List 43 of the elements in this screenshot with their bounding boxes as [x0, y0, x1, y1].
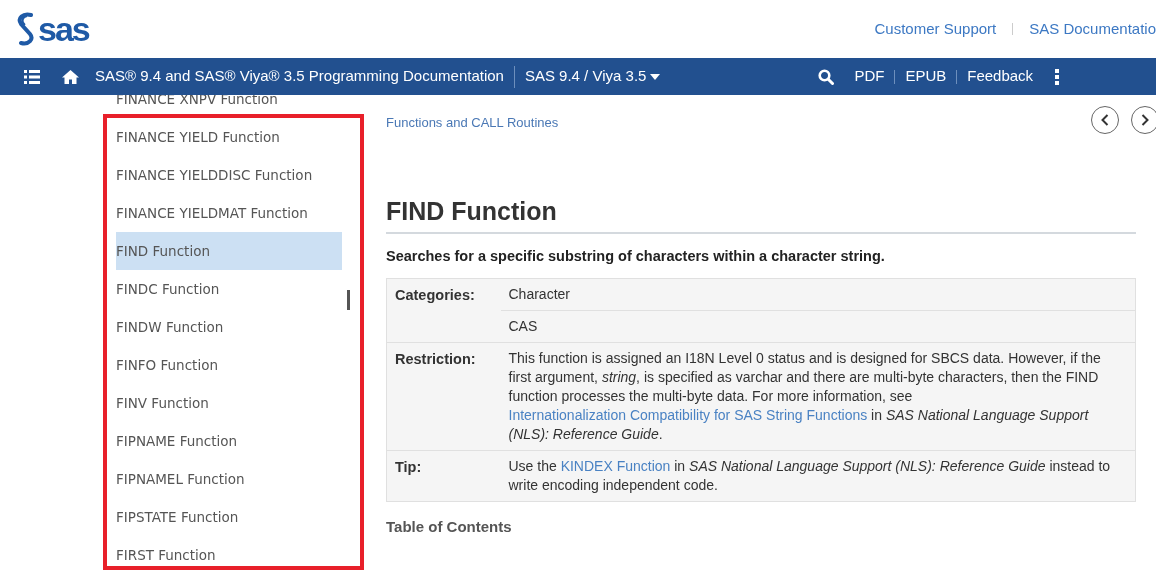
page-title: FIND Function [386, 196, 1136, 234]
property-label: Tip: [395, 458, 422, 475]
property-value: Use the KINDEX Function in SAS National Language Support (NLS): Reference Guide instead to write encoding independent code. [508, 457, 1111, 493]
sidebar-item[interactable]: FINV Function [116, 384, 342, 422]
sidebar-item[interactable]: FIPNAME Function [116, 422, 342, 460]
documentation-title-link[interactable]: SAS® 9.4 and SAS® Viya® 3.5 Programming Documentation [95, 65, 504, 88]
sidebar-item[interactable]: FIRST Function [116, 536, 342, 574]
scrollbar-thumb[interactable] [347, 290, 350, 310]
sidebar-item[interactable]: FINANCE YIELDDISC Function [116, 156, 342, 194]
caret-icon [650, 73, 661, 80]
chevron-right-icon [1141, 114, 1149, 126]
summary-text: Searches for a specific substring of characters within a character string. [386, 247, 886, 266]
header-link[interactable]: Customer Support [874, 17, 997, 41]
breadcrumb-link[interactable]: Functions and CALL Routines [386, 115, 559, 130]
sidebar-item[interactable]: FIND Function [116, 232, 342, 270]
search-icon[interactable] [818, 68, 835, 85]
property-value: Character [508, 285, 570, 302]
property-value: This function is assigned an I18N Level 0 status and is designed for SBCS data. However, if the first argument, string, is specified as varchar and there are multi-byte characters, then the FIND function processes the multi-byte data. For more information, see Internationalization Compatibility for SAS String Functions in SAS National Language Support (NLS): Reference Guide. [508, 349, 1101, 442]
text-link[interactable]: KINDEX Function [560, 457, 671, 474]
chevron-left-icon [1101, 114, 1109, 126]
nav-link[interactable]: EPUB [905, 65, 947, 88]
sidebar-item[interactable]: FINANCE YIELDMAT Function [116, 194, 342, 232]
sidebar-item[interactable]: FINDC Function [116, 270, 342, 308]
home-icon[interactable] [62, 69, 79, 84]
more-icon[interactable] [1055, 68, 1060, 85]
sidebar-item[interactable]: FIPNAMEL Function [116, 460, 342, 498]
sidebar-item[interactable]: FINANCE YIELD Function [116, 118, 342, 156]
text-link[interactable]: Internationalization Compatibility for SAS String Functions [508, 406, 868, 423]
sidebar-item[interactable]: FINDW Function [116, 308, 342, 346]
property-label: Categories: [395, 286, 475, 303]
nav-link[interactable]: PDF [854, 65, 885, 88]
version-dropdown[interactable]: SAS 9.4 / Viya 3.5 [524, 65, 661, 88]
logo-text: sas [38, 12, 89, 46]
previous-button[interactable] [1091, 106, 1119, 134]
nav-link[interactable]: Feedback [967, 65, 1034, 88]
sidebar-item[interactable]: FIPSTATE Function [116, 498, 342, 536]
property-value: CAS [508, 317, 538, 334]
header-link[interactable]: SAS Documentatio [1029, 17, 1156, 41]
menu-icon[interactable] [24, 69, 40, 84]
sidebar-item[interactable]: FINFO Function [116, 346, 342, 384]
next-button[interactable] [1131, 106, 1156, 134]
section-heading: Table of Contents [386, 516, 513, 537]
property-label: Restriction: [395, 350, 476, 367]
